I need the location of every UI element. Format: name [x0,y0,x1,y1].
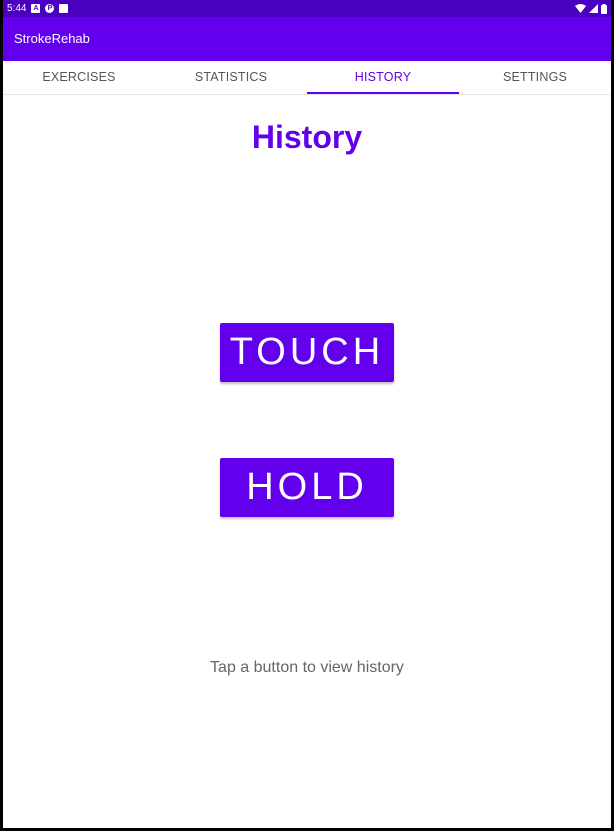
notification-a-icon: A [31,4,41,13]
battery-icon [601,3,607,14]
status-right [575,2,607,15]
status-left: 5:44 A P [7,2,69,15]
hold-button[interactable]: HOLD [220,458,394,517]
tab-history[interactable]: HISTORY [307,61,459,94]
app-bar: StrokeRehab [3,17,611,61]
page-title: History [251,119,363,155]
tab-exercises[interactable]: EXERCISES [3,61,155,94]
touch-button[interactable]: TOUCH [220,323,394,382]
hint-text: Tap a button to view history [210,659,404,676]
device-screen: 5:44 A P StrokeRehab EXERCISES STATISTIC… [3,0,611,828]
tab-bar: EXERCISES STATISTICS HISTORY SETTINGS [3,61,611,95]
signal-icon [589,4,598,13]
status-bar: 5:44 A P [3,0,611,17]
notification-b-icon: P [45,4,55,13]
wifi-icon [575,4,586,13]
sd-card-icon [59,4,69,13]
tab-settings[interactable]: SETTINGS [459,61,611,94]
tab-statistics[interactable]: STATISTICS [155,61,307,94]
status-time: 5:44 [7,3,27,14]
app-title: StrokeRehab [14,31,90,46]
